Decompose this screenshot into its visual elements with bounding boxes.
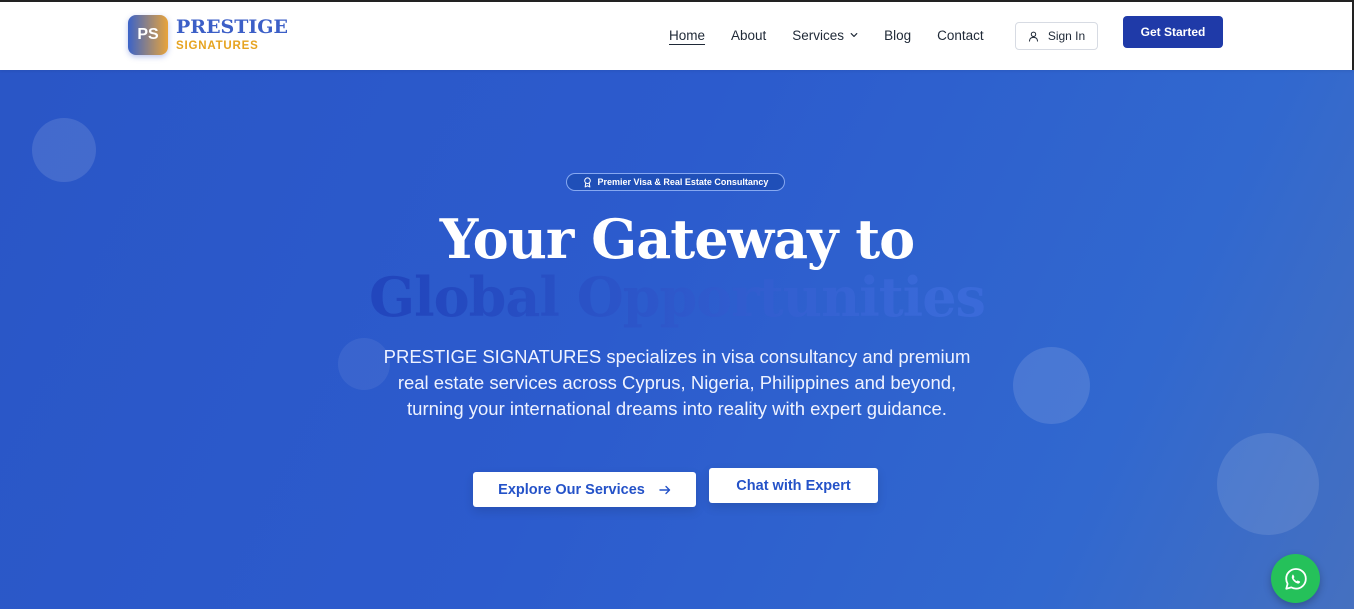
chat-with-expert-button[interactable]: Chat with Expert: [709, 468, 878, 503]
chevron-down-icon: [850, 33, 858, 37]
window-border-top: [0, 0, 1354, 2]
hero-badge-label: Premier Visa & Real Estate Consultancy: [597, 177, 769, 187]
whatsapp-icon: [1284, 567, 1307, 590]
decorative-circle: [1217, 433, 1319, 535]
decorative-circle: [32, 118, 96, 182]
user-icon: [1028, 31, 1038, 42]
arrow-right-icon: [659, 485, 671, 494]
logo-text: PRESTIGE SIGNATURES: [176, 15, 289, 53]
brand-logo[interactable]: PS PRESTIGE SIGNATURES: [128, 15, 288, 55]
explore-services-label: Explore Our Services: [498, 481, 645, 498]
nav-home[interactable]: Home: [669, 28, 705, 43]
nav-services[interactable]: Services: [792, 28, 858, 43]
hero-title-highlight: Global Opportunities: [0, 265, 1354, 329]
brand-name: PRESTIGE: [176, 15, 289, 38]
main-nav: Home About Services Blog Contact: [669, 0, 1010, 70]
nav-services-label: Services: [792, 27, 845, 43]
brand-subtitle: SIGNATURES: [176, 39, 259, 52]
sign-in-button[interactable]: Sign In: [1015, 22, 1098, 50]
sign-in-label: Sign In: [1047, 29, 1086, 43]
nav-about[interactable]: About: [731, 28, 766, 43]
hero-section: Premier Visa & Real Estate Consultancy Y…: [0, 70, 1354, 609]
hero-description: PRESTIGE SIGNATURES specializes in visa …: [383, 346, 971, 419]
get-started-button[interactable]: Get Started: [1123, 16, 1223, 48]
nav-contact[interactable]: Contact: [937, 28, 984, 43]
hero-title: Your Gateway to: [439, 207, 915, 271]
logo-badge: PS: [128, 15, 168, 55]
whatsapp-button[interactable]: [1271, 554, 1320, 603]
decorative-circle: [1013, 347, 1090, 424]
nav-blog[interactable]: Blog: [884, 28, 911, 43]
award-icon: [583, 176, 591, 187]
explore-services-button[interactable]: Explore Our Services: [473, 472, 696, 507]
hero-badge: Premier Visa & Real Estate Consultancy: [566, 173, 785, 191]
navbar: PS PRESTIGE SIGNATURES Home About Servic…: [0, 0, 1354, 70]
